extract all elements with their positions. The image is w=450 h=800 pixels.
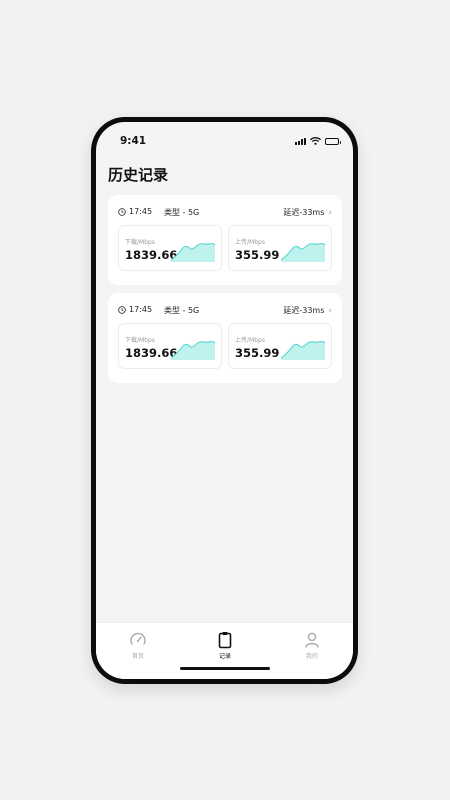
status-time: 9:41: [120, 135, 147, 147]
chevron-right-icon[interactable]: ›: [328, 306, 332, 316]
status-icons: [295, 137, 341, 145]
clock-icon: [118, 207, 126, 216]
clock-icon: [118, 305, 126, 314]
network-type: 类型 - 5G: [164, 208, 200, 217]
upload-metric: 上传/Mbps 355.99: [228, 323, 332, 369]
battery-icon: [325, 137, 341, 145]
download-label: 下载/Mbps: [125, 239, 155, 246]
app-screen: 9:41 历史记录 17:45 类型 - 5G 延迟-33ms › 下载/Mbp…: [96, 122, 353, 679]
latency-group: 延迟-33ms ›: [283, 305, 332, 316]
history-record-card[interactable]: 17:45 类型 - 5G 延迟-33ms › 下载/Mbps 1839.66 …: [108, 293, 342, 383]
upload-metric: 上传/Mbps 355.99: [228, 225, 332, 271]
upload-label: 上传/Mbps: [235, 239, 265, 246]
user-icon: [305, 632, 319, 648]
status-bar: 9:41: [96, 122, 353, 158]
record-header: 17:45 类型 - 5G 延迟-33ms ›: [118, 305, 332, 317]
download-metric: 下载/Mbps 1839.66: [118, 225, 222, 271]
speedometer-icon: [130, 632, 146, 645]
record-time-group: 17:45: [118, 207, 152, 216]
cellular-signal-icon: [295, 137, 306, 145]
record-time-group: 17:45: [118, 305, 152, 314]
upload-sparkline: [280, 243, 326, 262]
download-sparkline: [170, 243, 216, 262]
phone-frame: 9:41 历史记录 17:45 类型 - 5G 延迟-33ms › 下载/Mbp…: [91, 117, 358, 684]
download-label: 下载/Mbps: [125, 337, 155, 344]
tab-profile-label: 我的: [305, 653, 318, 660]
record-time: 17:45: [129, 207, 153, 216]
page-title: 历史记录: [108, 166, 169, 184]
tab-home[interactable]: 首页: [108, 631, 168, 660]
upload-value: 355.99: [235, 346, 280, 360]
download-metric: 下载/Mbps 1839.66: [118, 323, 222, 369]
record-time: 17:45: [129, 305, 153, 314]
tab-records-label: 记录: [218, 653, 231, 660]
latency-value: 延迟-33ms: [283, 306, 325, 315]
upload-value: 355.99: [235, 248, 280, 262]
wifi-icon: [310, 137, 321, 145]
bottom-tab-bar: 首页 记录 我的: [96, 622, 353, 679]
network-type: 类型 - 5G: [164, 306, 200, 315]
tab-records[interactable]: 记录: [195, 631, 255, 660]
record-header: 17:45 类型 - 5G 延迟-33ms ›: [118, 207, 332, 219]
latency-value: 延迟-33ms: [283, 208, 325, 217]
upload-label: 上传/Mbps: [235, 337, 265, 344]
download-sparkline: [170, 341, 216, 360]
latency-group: 延迟-33ms ›: [283, 207, 332, 218]
upload-sparkline: [280, 341, 326, 360]
chevron-right-icon[interactable]: ›: [328, 208, 332, 218]
history-record-card[interactable]: 17:45 类型 - 5G 延迟-33ms › 下载/Mbps 1839.66 …: [108, 195, 342, 285]
clipboard-icon: [218, 632, 232, 649]
tab-home-label: 首页: [131, 653, 144, 660]
tab-profile[interactable]: 我的: [282, 631, 342, 660]
home-indicator: [179, 667, 270, 670]
